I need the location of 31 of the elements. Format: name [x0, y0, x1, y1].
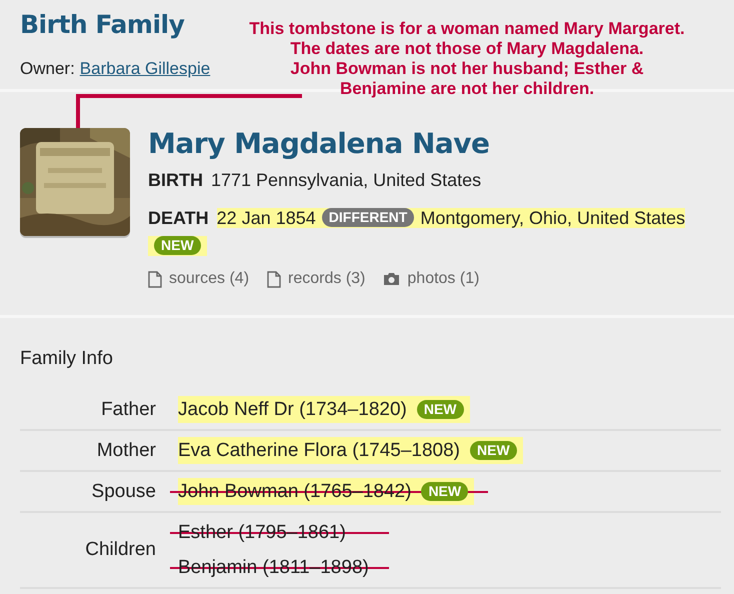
fact-label: BIRTH	[148, 170, 203, 190]
camera-icon	[383, 272, 400, 286]
annotation-text: The dates are not those of Mary Magdalena.	[289, 39, 645, 59]
new-badge: NEW	[416, 400, 464, 419]
annotation-text: Benjamine are not her children.	[338, 79, 596, 99]
record-link[interactable]: records (3)	[288, 270, 366, 288]
different-badge: DIFFERENT	[322, 208, 414, 227]
record-link[interactable]: sources (4)	[169, 270, 250, 288]
person-name[interactable]: Mary Magdalena Nave	[148, 128, 714, 160]
relative-link[interactable]: Eva Catherine Flora (1745–1808)	[178, 437, 460, 464]
owner-link[interactable]: Barbara Gillespie	[80, 59, 210, 79]
new-badge: NEW	[470, 441, 517, 460]
owner-label: Owner:	[20, 59, 75, 79]
document-icon	[148, 270, 162, 288]
new-badge: NEW	[154, 236, 201, 255]
annotation-text: John Bowman is not her husband; Esther &	[289, 59, 645, 79]
document-icon	[267, 270, 282, 288]
relation-label: Children	[84, 539, 157, 561]
fact-place: Montgomery, Ohio, United States	[420, 208, 686, 228]
fact-label: DEATH	[148, 208, 209, 228]
relation-label: Mother	[96, 440, 157, 462]
family-info-title: Family Info	[20, 348, 114, 370]
relation-label: Father	[100, 398, 157, 420]
record-link[interactable]: photos (1)	[407, 270, 480, 288]
section-title: Birth Family	[20, 10, 184, 39]
relative-link[interactable]: Jacob Neff Dr (1734–1820)	[178, 396, 407, 423]
new-badge: NEW	[421, 482, 468, 501]
annotation-text: This tombstone is for a woman named Mary Margaret.	[248, 19, 686, 39]
fact-value: 1771 Pennsylvania, United States	[211, 170, 482, 190]
fact-date: 22 Jan 1854	[216, 208, 316, 228]
relation-label: Spouse	[90, 480, 157, 502]
